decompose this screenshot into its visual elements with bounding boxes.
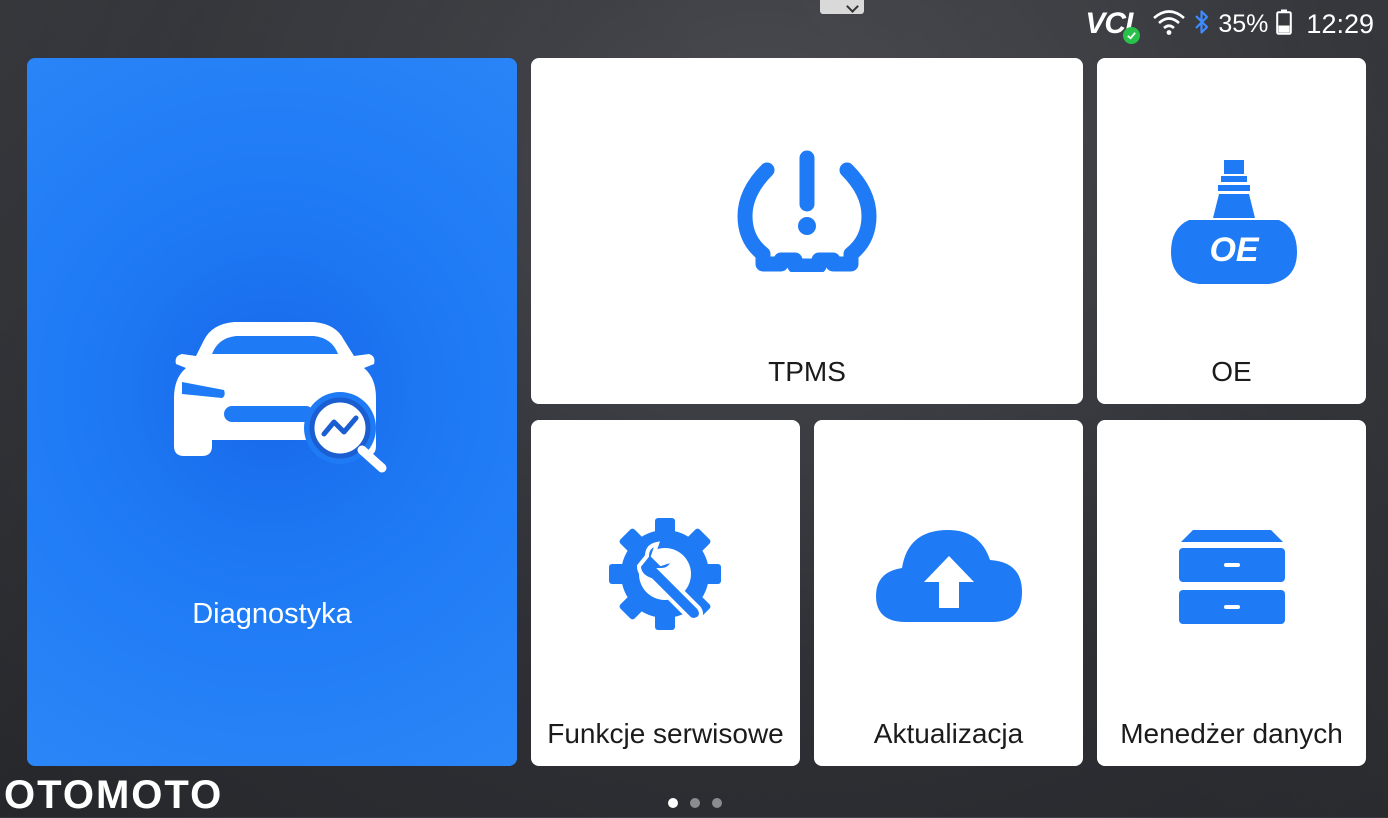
battery-percent: 35% [1218,9,1269,38]
page-dot[interactable] [668,798,678,808]
bluetooth-icon [1194,8,1210,41]
data-manager-tile[interactable]: Menedżer danych [1097,420,1366,766]
drawer-cabinet-icon [1179,530,1285,624]
gear-wrench-icon [609,518,721,630]
oe-tank-icon: OE [1171,160,1297,284]
otomoto-watermark: OTOMOTO [4,773,224,817]
tpms-tile[interactable]: TPMS [531,58,1083,404]
vci-connected-icon [1123,27,1141,44]
service-functions-tile[interactable]: Funkcje serwisowe [531,420,800,766]
page-indicator[interactable] [668,798,722,808]
oe-label: OE [1211,356,1252,387]
battery-icon [1276,9,1293,40]
update-tile[interactable]: Aktualizacja [814,420,1083,766]
tpms-label: TPMS [768,356,846,387]
status-bar: VCI 35% 12:29 [1085,0,1374,48]
diagnostics-tile[interactable]: Diagnostyka [27,58,517,766]
update-label: Aktualizacja [873,718,1024,749]
diagnostics-label: Diagnostyka [192,598,352,630]
data-manager-label: Menedżer danych [1120,718,1343,749]
service-functions-label: Funkcje serwisowe [547,718,784,749]
oe-tile[interactable]: OE OE [1097,58,1366,404]
clock: 12:29 [1306,8,1374,39]
wifi-icon [1152,8,1186,41]
cloud-upload-icon [876,530,1022,622]
notification-handle[interactable] [820,0,864,14]
vci-indicator[interactable]: VCI [1085,7,1141,44]
tire-pressure-warning-icon [737,150,877,272]
page-dot[interactable] [712,798,722,808]
svg-text:OE: OE [1209,231,1259,269]
car-search-icon [174,322,387,473]
page-dot[interactable] [690,798,700,808]
